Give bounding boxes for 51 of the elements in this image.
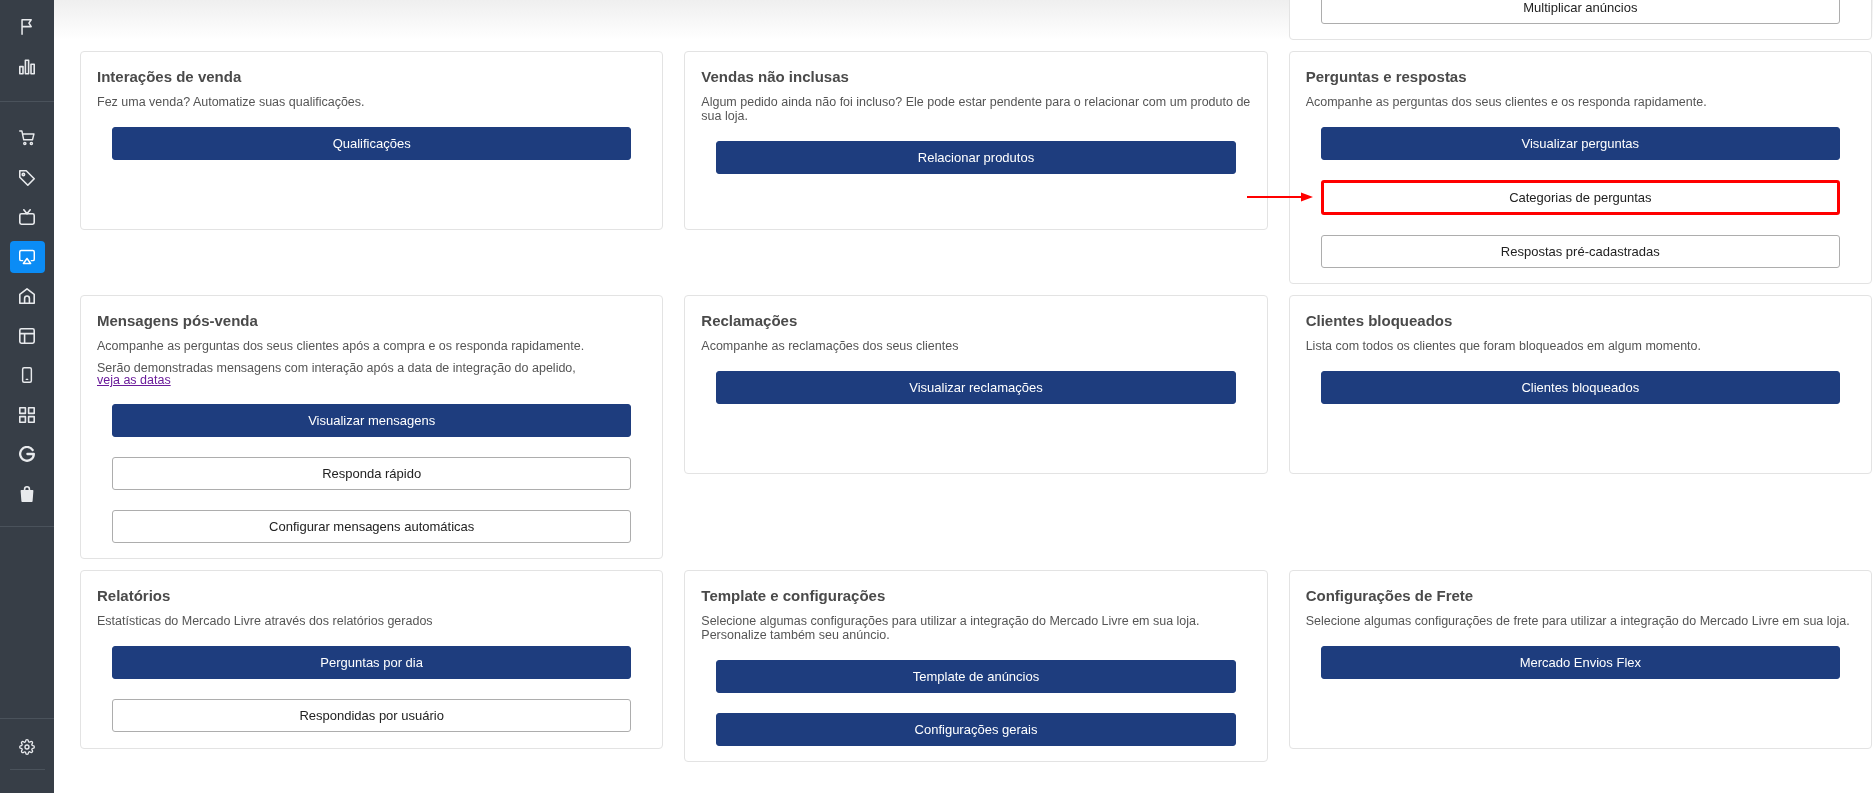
card-description: Lista com todos os clientes que foram bloqueados em algum momento. (1305, 339, 1702, 353)
card-description: Selecione algumas configurações para utilizar a integração do Mercado Livre em sua loja. Personalize também seu anúncio. (701, 614, 1201, 642)
layout-icon (19, 327, 35, 344)
flag-icon (19, 19, 35, 35)
tv-icon (19, 209, 35, 225)
card-title: Template e configurações (701, 586, 887, 606)
grid-icon (19, 406, 35, 423)
primary-button[interactable]: Template de anúncios (716, 660, 1236, 693)
card-title: Mensagens pós-venda (97, 311, 259, 331)
card-title: Interações de venda (97, 67, 243, 87)
primary-button[interactable]: Clientes bloqueados (1320, 371, 1840, 404)
primary-button[interactable]: Visualizar mensagens (112, 404, 632, 437)
card-title: Perguntas e respostas (1305, 67, 1468, 87)
primary-button[interactable]: Mercado Envios Flex (1320, 646, 1840, 679)
integration-note: Serão demonstradas mensagens com interação após a data de integração do apelido, veja as datas (97, 362, 577, 386)
annotation-arrow (1246, 191, 1313, 203)
card-title: Reclamações (701, 311, 799, 331)
home-icon (19, 288, 35, 304)
card-description: Acompanhe as perguntas dos seus clientes após a compra e os responda rapidamente. (97, 339, 586, 353)
outline-button[interactable]: Respondidas por usuário (112, 699, 632, 732)
card-description: Acompanhe as reclamações dos seus clientes (701, 339, 960, 353)
dates-link[interactable]: veja as datas (97, 373, 171, 387)
letter-g-icon (19, 446, 35, 462)
settings-icon (19, 739, 35, 755)
card-description: Algum pedido ainda não foi incluso? Ele pode estar pendente para o relacionar com um produto de sua loja. (701, 95, 1251, 123)
primary-button[interactable]: Configurações gerais (716, 713, 1236, 746)
card-title: Clientes bloqueados (1305, 311, 1454, 331)
card-title: Vendas não inclusas (701, 67, 850, 87)
outline-button[interactable]: Responda rápido (112, 457, 632, 490)
smartphone-icon (19, 367, 35, 383)
shopping-bag-icon (19, 485, 35, 502)
card-description: Fez uma venda? Automatize suas qualificações. (97, 95, 366, 109)
card-title: Relatórios (97, 586, 172, 606)
screen-cast-icon (19, 248, 35, 265)
outline-button[interactable]: Categorias de perguntas (1320, 180, 1840, 215)
primary-button[interactable]: Visualizar perguntas (1320, 127, 1840, 160)
cart-icon (19, 130, 35, 146)
bar-chart-icon (19, 59, 35, 75)
card-title: Configurações de Frete (1305, 586, 1475, 606)
outline-button[interactable]: Configurar mensagens automáticas (112, 510, 632, 543)
outline-button[interactable]: Respostas pré-cadastradas (1320, 235, 1840, 268)
outline-button[interactable]: Multiplicar anúncios (1320, 0, 1840, 24)
primary-button[interactable]: Relacionar produtos (716, 141, 1236, 174)
primary-button[interactable]: Qualificações (112, 127, 632, 160)
primary-button[interactable]: Perguntas por dia (112, 646, 632, 679)
primary-button[interactable]: Visualizar reclamações (716, 371, 1236, 404)
card-description: Selecione algumas configurações de frete para utilizar a integração do Mercado Livre em sua loja. (1305, 614, 1851, 628)
card-description: Estatísticas do Mercado Livre através dos relatórios gerados (97, 614, 434, 628)
card-description: Acompanhe as perguntas dos seus clientes e os responda rapidamente. (1305, 95, 1708, 109)
nav-item[interactable] (9, 240, 45, 273)
tag-icon (19, 169, 35, 186)
